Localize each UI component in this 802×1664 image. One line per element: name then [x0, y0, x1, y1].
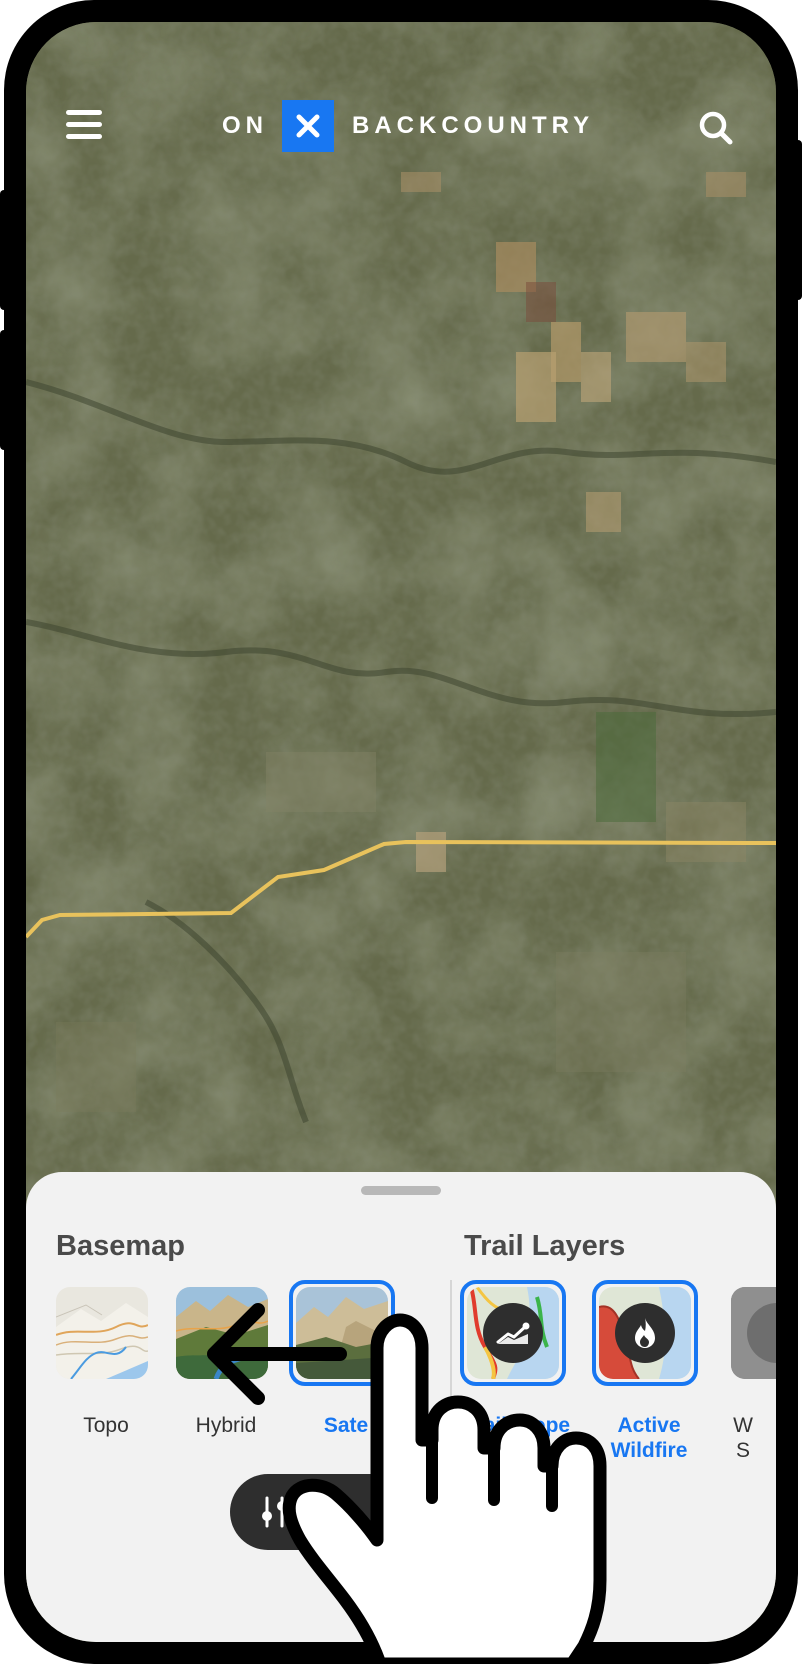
top-bar: ON BACKCOUNTRY — [26, 22, 776, 182]
app-logo: ON BACKCOUNTRY — [222, 100, 594, 152]
logo-text-right: BACKCOUNTRY — [352, 112, 595, 139]
section-divider — [450, 1280, 452, 1415]
basemap-topo[interactable]: Topo — [56, 1287, 148, 1437]
phone-power-button — [794, 140, 802, 300]
layers-button[interactable]: L — [230, 1474, 530, 1550]
x-icon — [282, 100, 334, 152]
menu-button[interactable] — [66, 110, 102, 144]
weather-thumbnail — [731, 1287, 776, 1379]
basemap-hybrid[interactable]: Hybrid — [176, 1287, 268, 1437]
search-button[interactable] — [696, 108, 736, 148]
trail-layers-section-title: Trail Layers — [464, 1230, 626, 1262]
layers-bottom-sheet: Basemap Trail Layers Topo Hybrid Sate Tr… — [26, 1172, 776, 1642]
sheet-drag-handle[interactable] — [361, 1186, 441, 1195]
app-screen: ON BACKCOUNTRY Basemap Trail Layers Topo… — [26, 22, 776, 1642]
layer-active-wildfire[interactable]: Active Wildfire — [592, 1280, 698, 1462]
topo-thumbnail — [56, 1287, 148, 1379]
basemap-section-title: Basemap — [56, 1230, 185, 1262]
layer-label: W S — [733, 1414, 753, 1462]
phone-side-button — [0, 190, 8, 310]
hybrid-thumbnail — [176, 1287, 268, 1379]
logo-text-left: ON — [222, 112, 268, 139]
hamburger-menu-icon — [66, 110, 102, 115]
layer-trail-slope[interactable]: Trail Slope — [460, 1280, 570, 1437]
satellite-thumbnail — [296, 1287, 388, 1379]
basemap-satellite[interactable]: Sate — [289, 1280, 395, 1437]
slope-chart-icon — [483, 1303, 543, 1363]
phone-side-button — [0, 330, 8, 450]
magnifier-icon — [699, 111, 733, 145]
layers-button-label: L — [306, 1492, 325, 1525]
basemap-label: Sate — [323, 1414, 369, 1437]
flame-icon — [615, 1303, 675, 1363]
sliders-icon — [262, 1496, 287, 1528]
layer-weather[interactable]: W S — [731, 1287, 776, 1462]
